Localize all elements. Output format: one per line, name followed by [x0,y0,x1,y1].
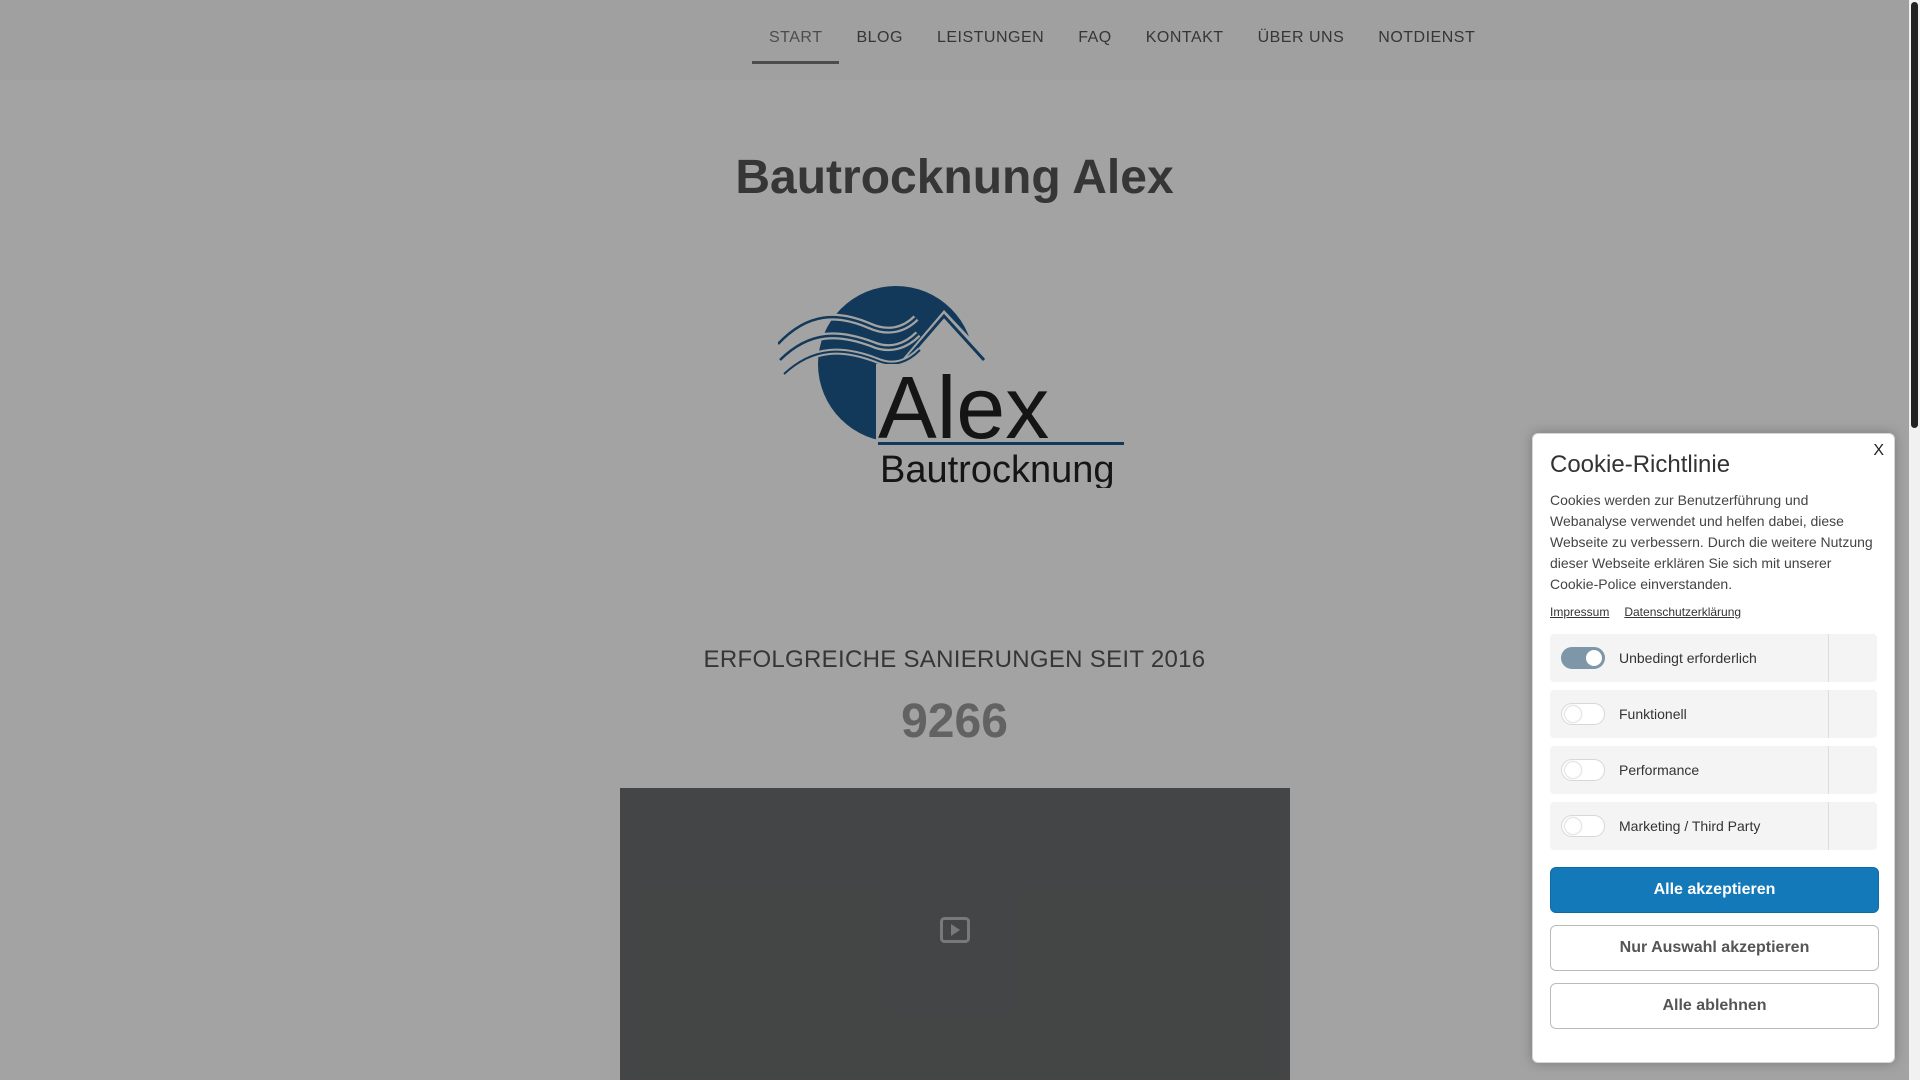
toggle-knob [1565,706,1581,722]
option-expand-button[interactable] [1829,802,1877,850]
option-expand-button[interactable] [1829,746,1877,794]
cookie-description: Cookies werden zur Benutzerführung und W… [1550,492,1873,592]
accept-selection-button[interactable]: Nur Auswahl akzeptieren [1550,925,1879,971]
cookie-option-necessary: Unbedingt erforderlich [1550,634,1877,682]
toggle-performance[interactable] [1561,759,1605,781]
privacy-link[interactable]: Datenschutzerklärung [1624,605,1741,619]
cookie-panel: X Cookie-Richtlinie Cookies werden zur B… [1532,433,1895,1063]
scrollbar[interactable] [1909,0,1920,1080]
impressum-link[interactable]: Impressum [1550,605,1609,619]
scrollbar-thumb[interactable] [1911,2,1918,428]
option-label: Unbedingt erforderlich [1619,650,1757,666]
toggle-knob [1565,762,1581,778]
cookie-options: Unbedingt erforderlich Funktionell Perfo… [1550,634,1877,850]
option-expand-button[interactable] [1829,634,1877,682]
option-label: Marketing / Third Party [1619,818,1761,834]
option-expand-button[interactable] [1829,690,1877,738]
cookie-option-functional: Funktionell [1550,690,1877,738]
accept-all-button[interactable]: Alle akzeptieren [1550,867,1879,913]
reject-all-button[interactable]: Alle ablehnen [1550,983,1879,1029]
toggle-knob [1586,650,1602,666]
cookie-option-marketing: Marketing / Third Party [1550,802,1877,850]
toggle-knob [1565,818,1581,834]
option-label: Performance [1619,762,1700,778]
option-label: Funktionell [1619,706,1687,722]
toggle-functional[interactable] [1561,703,1605,725]
toggle-marketing[interactable] [1561,815,1605,837]
cookie-links: Impressum Datenschutzerklärung [1550,605,1877,619]
close-button[interactable]: X [1873,442,1884,460]
toggle-necessary[interactable] [1561,647,1605,669]
cookie-option-performance: Performance [1550,746,1877,794]
cookie-title: Cookie-Richtlinie [1550,451,1731,478]
